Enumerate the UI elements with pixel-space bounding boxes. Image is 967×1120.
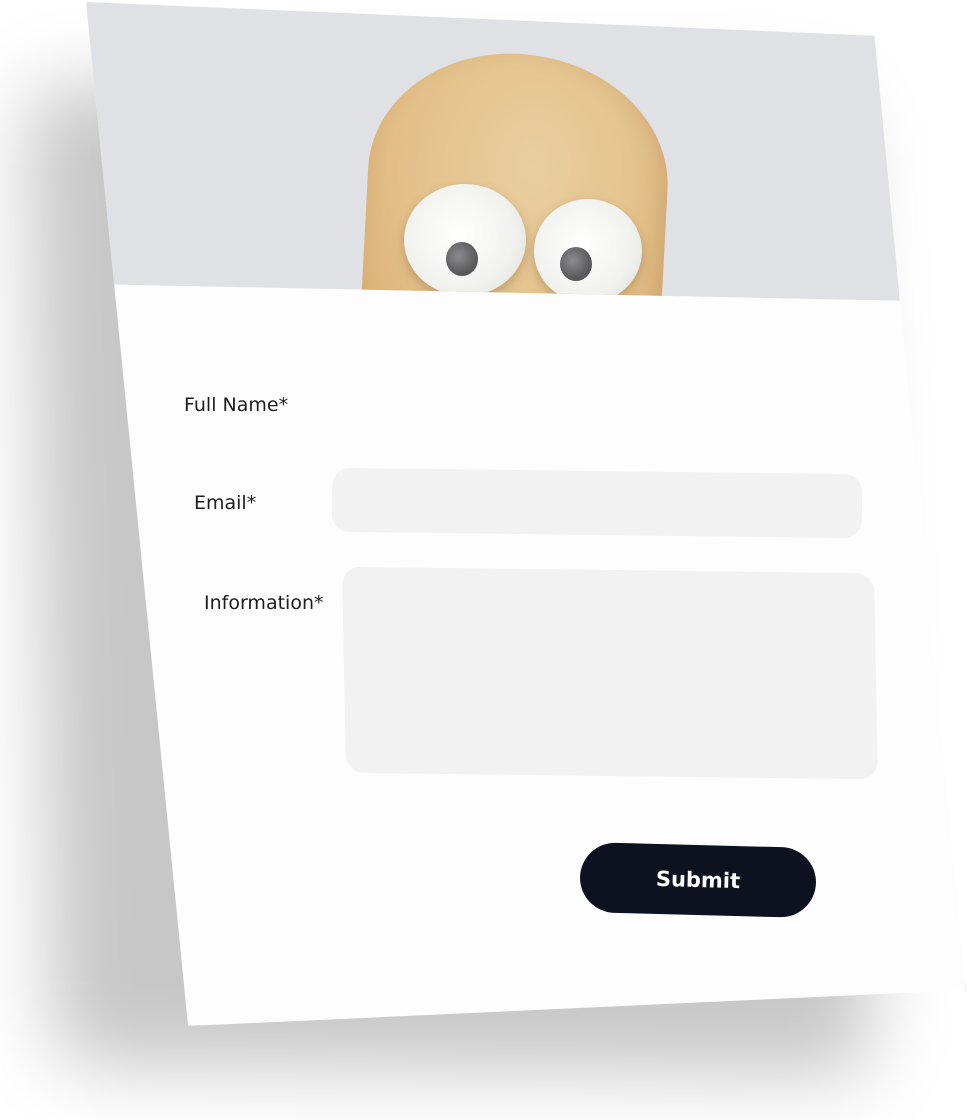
card-border: [86, 2, 966, 1026]
contact-form-card: Full Name* Email* Information*: [86, 2, 966, 1026]
page: Full Name* Email* Information* Submit: [0, 0, 967, 1120]
submit-button[interactable]: Submit: [579, 841, 817, 919]
